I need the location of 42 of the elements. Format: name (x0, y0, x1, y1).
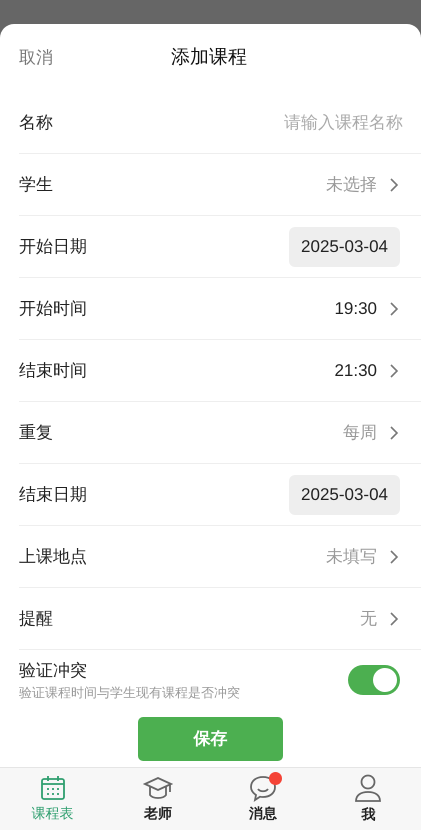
field-value: 19:30 (334, 298, 377, 320)
chevron-right-icon (389, 610, 399, 626)
person-icon (353, 773, 384, 803)
chevron-right-icon (389, 362, 399, 378)
date-picker-button[interactable]: 2025-03-04 (289, 474, 400, 514)
select-row[interactable]: 重复 每周 (19, 402, 421, 464)
field-hint: 验证课程时间与学生现有课程是否冲突 (19, 684, 241, 702)
date-picker-button[interactable]: 2025-03-04 (289, 226, 400, 266)
field-value: 未选择 (326, 174, 377, 196)
name-input-field[interactable]: 请输入课程名称 (53, 110, 403, 136)
calendar-icon (38, 774, 67, 802)
field-value: 每周 (343, 422, 377, 444)
tab-bar-item[interactable]: 消息 (210, 768, 316, 830)
field-label: 重复 (19, 422, 53, 444)
field-label: 学生 (19, 174, 53, 196)
tab-bar-item[interactable]: 我 (316, 768, 421, 830)
cancel-button[interactable]: 取消 (19, 45, 53, 71)
toggle-switch[interactable] (348, 665, 400, 695)
field-label: 上课地点 (19, 546, 87, 568)
field-label: 验证冲突 (19, 660, 88, 682)
chevron-right-icon (389, 300, 399, 316)
field-label: 名称 (19, 112, 53, 134)
field-label: 开始日期 (19, 236, 87, 258)
chevron-right-icon (389, 424, 399, 440)
field-label: 提醒 (19, 608, 53, 630)
select-row[interactable]: 开始时间 19:30 (19, 278, 421, 340)
select-row[interactable]: 学生 未选择 (19, 154, 421, 216)
field-label: 结束日期 (19, 484, 87, 506)
select-row[interactable]: 上课地点 未填写 (19, 526, 421, 588)
select-row[interactable]: 提醒 无 (19, 588, 421, 650)
chat-bubble-icon (248, 774, 278, 802)
chevron-right-icon (389, 548, 399, 564)
field-value: 未填写 (326, 546, 377, 568)
sheet-title: 添加课程 (171, 46, 247, 70)
chevron-right-icon (389, 176, 399, 192)
field-label: 结束时间 (19, 360, 87, 382)
field-value: 21:30 (334, 360, 377, 382)
field-value: 无 (360, 608, 377, 630)
graduation-cap-icon (142, 774, 173, 802)
field-label: 开始时间 (19, 298, 87, 320)
tab-bar-item[interactable]: 老师 (105, 768, 210, 830)
select-row[interactable]: 结束时间 21:30 (19, 340, 421, 402)
